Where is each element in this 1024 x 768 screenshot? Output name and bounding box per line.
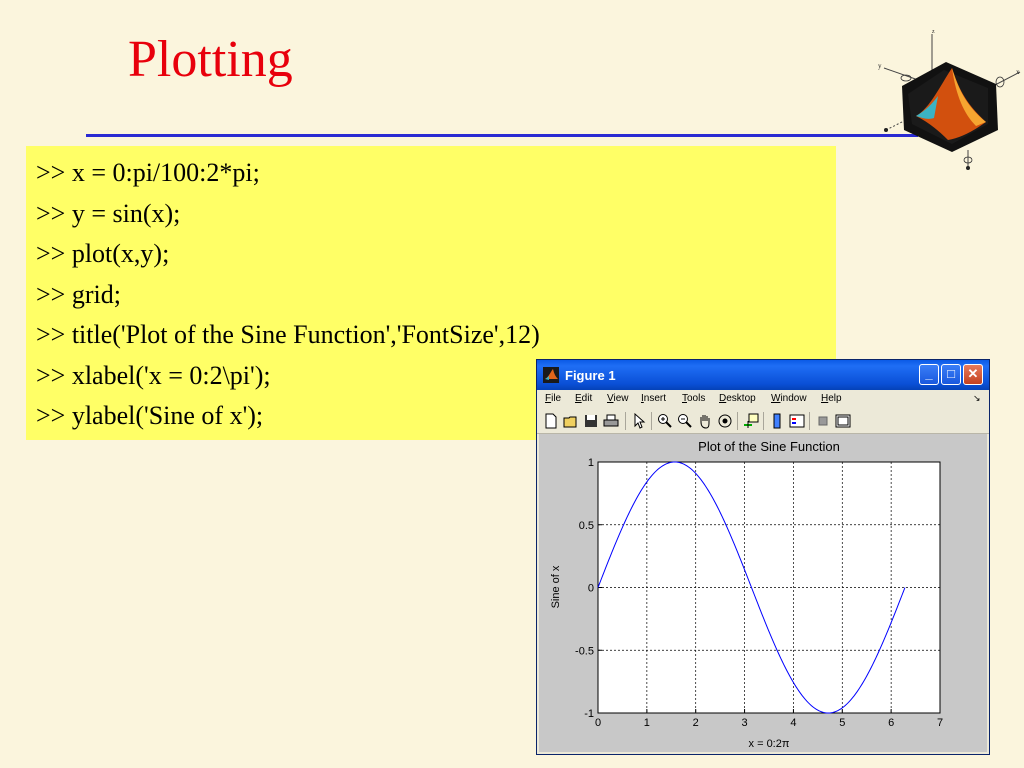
window-title: Figure 1 — [565, 368, 616, 383]
menu-insert[interactable]: Insert — [641, 393, 666, 404]
code-line: >> y = sin(x); — [36, 199, 181, 228]
y-tick-label: 1 — [588, 457, 594, 469]
x-axis-label: x = 0:2π — [749, 738, 790, 750]
figure-window: Figure 1 _ □ ✕ File Edit View Insert Too… — [536, 359, 990, 755]
menu-tools[interactable]: Tools — [682, 393, 705, 404]
chart-title: Plot of the Sine Function — [698, 439, 840, 454]
x-tick-label: 1 — [644, 717, 650, 729]
y-tick-label: 0.5 — [579, 520, 594, 532]
svg-text:z: z — [932, 29, 935, 35]
y-tick-label: -1 — [584, 708, 594, 720]
rotate-3d-icon[interactable] — [717, 413, 733, 429]
menu-window[interactable]: Window — [771, 393, 807, 404]
code-line: >> ylabel('Sine of x'); — [36, 401, 264, 430]
title-divider — [86, 134, 918, 137]
dock-arrow-icon[interactable]: ↘ — [973, 393, 981, 404]
menu-bar: File Edit View Insert Tools Desktop Wind… — [537, 390, 989, 408]
code-line: >> x = 0:pi/100:2*pi; — [36, 158, 260, 187]
window-titlebar[interactable]: Figure 1 _ □ ✕ — [537, 360, 989, 390]
code-line: >> grid; — [36, 280, 121, 309]
menu-edit[interactable]: Edit — [575, 393, 592, 404]
close-button[interactable]: ✕ — [963, 364, 983, 385]
data-cursor-icon[interactable] — [743, 413, 759, 429]
zoom-in-icon[interactable] — [657, 413, 673, 429]
slide-title: Plotting — [128, 31, 293, 88]
show-plot-tools-icon[interactable] — [835, 413, 851, 429]
menu-view[interactable]: View — [607, 393, 629, 404]
x-tick-label: 0 — [595, 717, 601, 729]
print-icon[interactable] — [603, 413, 619, 429]
y-tick-label: 0 — [588, 583, 594, 595]
y-axis-label: Sine of x — [550, 565, 562, 608]
matlab-app-icon — [543, 367, 559, 383]
menu-desktop[interactable]: Desktop — [719, 393, 756, 404]
edit-plot-arrow-icon[interactable] — [631, 413, 647, 429]
toolbar-separator — [763, 412, 764, 430]
insert-legend-icon[interactable] — [789, 413, 805, 429]
figure-canvas[interactable]: Plot of the Sine Function 0 1 2 3 4 5 6 7 -1 -0.… — [539, 434, 987, 752]
y-tick-label: -0.5 — [575, 645, 594, 657]
x-tick-label: 2 — [693, 717, 699, 729]
open-file-icon[interactable] — [563, 413, 579, 429]
new-figure-icon[interactable] — [543, 413, 559, 429]
hide-plot-tools-icon[interactable] — [815, 413, 831, 429]
toolbar-separator — [651, 412, 652, 430]
save-icon[interactable] — [583, 413, 599, 429]
toolbar-separator — [809, 412, 810, 430]
code-line: >> xlabel('x = 0:2\pi'); — [36, 361, 271, 390]
code-line: >> title('Plot of the Sine Function','Fo… — [36, 320, 540, 349]
matlab-logo: z y x — [878, 29, 1021, 170]
x-tick-label: 3 — [742, 717, 748, 729]
menu-help[interactable]: Help — [821, 393, 842, 404]
insert-colorbar-icon[interactable] — [769, 413, 785, 429]
toolbar-separator — [737, 412, 738, 430]
x-tick-label: 4 — [790, 717, 796, 729]
minimize-button[interactable]: _ — [919, 364, 939, 385]
toolbar-separator — [625, 412, 626, 430]
code-line: >> plot(x,y); — [36, 239, 170, 268]
x-tick-label: 5 — [839, 717, 845, 729]
menu-file[interactable]: File — [545, 393, 561, 404]
svg-text:y: y — [878, 62, 882, 70]
pan-hand-icon[interactable] — [697, 413, 713, 429]
x-tick-label: 7 — [937, 717, 943, 729]
x-tick-label: 6 — [888, 717, 894, 729]
maximize-button[interactable]: □ — [941, 364, 961, 385]
plot-area — [597, 461, 941, 714]
svg-text:x: x — [1016, 68, 1020, 76]
sine-plot[interactable]: Plot of the Sine Function 0 1 2 3 4 5 6 7 -1 -0.… — [539, 434, 987, 752]
zoom-out-icon[interactable] — [677, 413, 693, 429]
figure-toolbar — [537, 408, 989, 434]
